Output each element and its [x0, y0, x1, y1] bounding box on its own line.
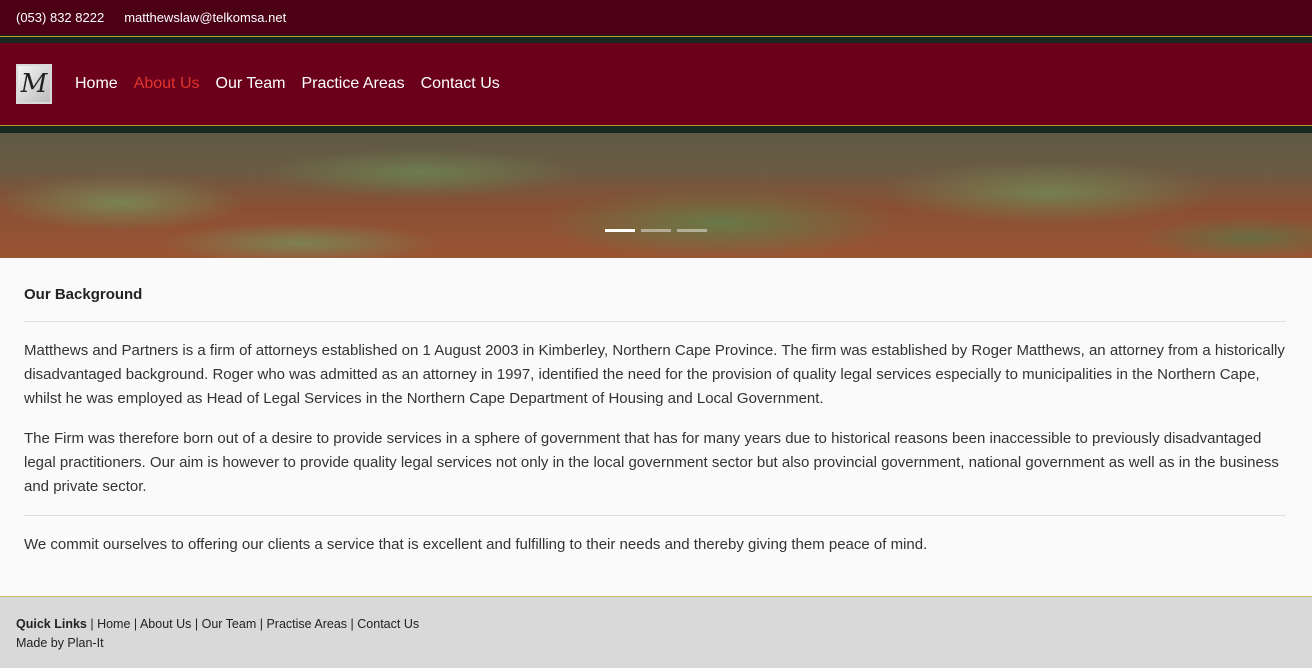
- footer-credit: Made by Plan-It: [16, 636, 104, 650]
- divider: [24, 321, 1286, 322]
- footer-link-our-team[interactable]: Our Team: [202, 617, 257, 631]
- separator: |: [133, 617, 138, 631]
- footer-link-home[interactable]: Home: [97, 617, 130, 631]
- nav-contact-us[interactable]: Contact Us: [421, 75, 500, 93]
- commitment-paragraph: We commit ourselves to offering our clie…: [24, 536, 928, 553]
- footer-link-about-us[interactable]: About Us: [140, 617, 191, 631]
- background-paragraph-1: Matthews and Partners is a firm of attor…: [24, 342, 1285, 407]
- nav-practice-areas[interactable]: Practice Areas: [301, 75, 404, 93]
- header-stripe-bottom: [0, 125, 1312, 133]
- logo-letter: M: [20, 69, 48, 99]
- nav-about-us[interactable]: About Us: [134, 75, 200, 93]
- background-paragraph-2: The Firm was therefore born out of a des…: [24, 430, 1279, 495]
- separator: |: [350, 617, 354, 631]
- main-navbar: M Home About Us Our Team Practice Areas …: [0, 43, 1312, 125]
- separator: |: [194, 617, 199, 631]
- nav-home[interactable]: Home: [75, 75, 118, 93]
- nav-our-team[interactable]: Our Team: [216, 75, 286, 93]
- carousel-indicators: [605, 229, 713, 232]
- footer-link-contact-us[interactable]: Contact Us: [357, 617, 419, 631]
- separator: |: [90, 617, 94, 631]
- email-address: matthewslaw@telkomsa.net: [124, 10, 287, 25]
- hero-carousel: [0, 133, 1312, 258]
- separator: |: [259, 617, 263, 631]
- footer-link-practise-areas[interactable]: Practise Areas: [266, 617, 347, 631]
- phone-number: (053) 832 8222: [16, 10, 105, 25]
- top-contact-bar: (053) 832 8222 matthewslaw@telkomsa.net: [0, 0, 1312, 35]
- footer: Quick Links | Home | About Us | Our Team…: [0, 596, 1312, 668]
- divider: [24, 515, 1286, 516]
- quick-links-label: Quick Links: [16, 617, 87, 631]
- carousel-indicator-2[interactable]: [641, 229, 671, 232]
- carousel-indicator-3[interactable]: [677, 229, 707, 232]
- section-heading: Our Background: [24, 286, 143, 303]
- main-content: Our Background Matthews and Partners is …: [24, 258, 1286, 557]
- firm-logo[interactable]: M: [16, 64, 52, 104]
- header-stripe-top: [0, 35, 1312, 43]
- carousel-indicator-1[interactable]: [605, 229, 635, 232]
- footer-quick-links: Quick Links | Home | About Us | Our Team…: [16, 615, 1296, 634]
